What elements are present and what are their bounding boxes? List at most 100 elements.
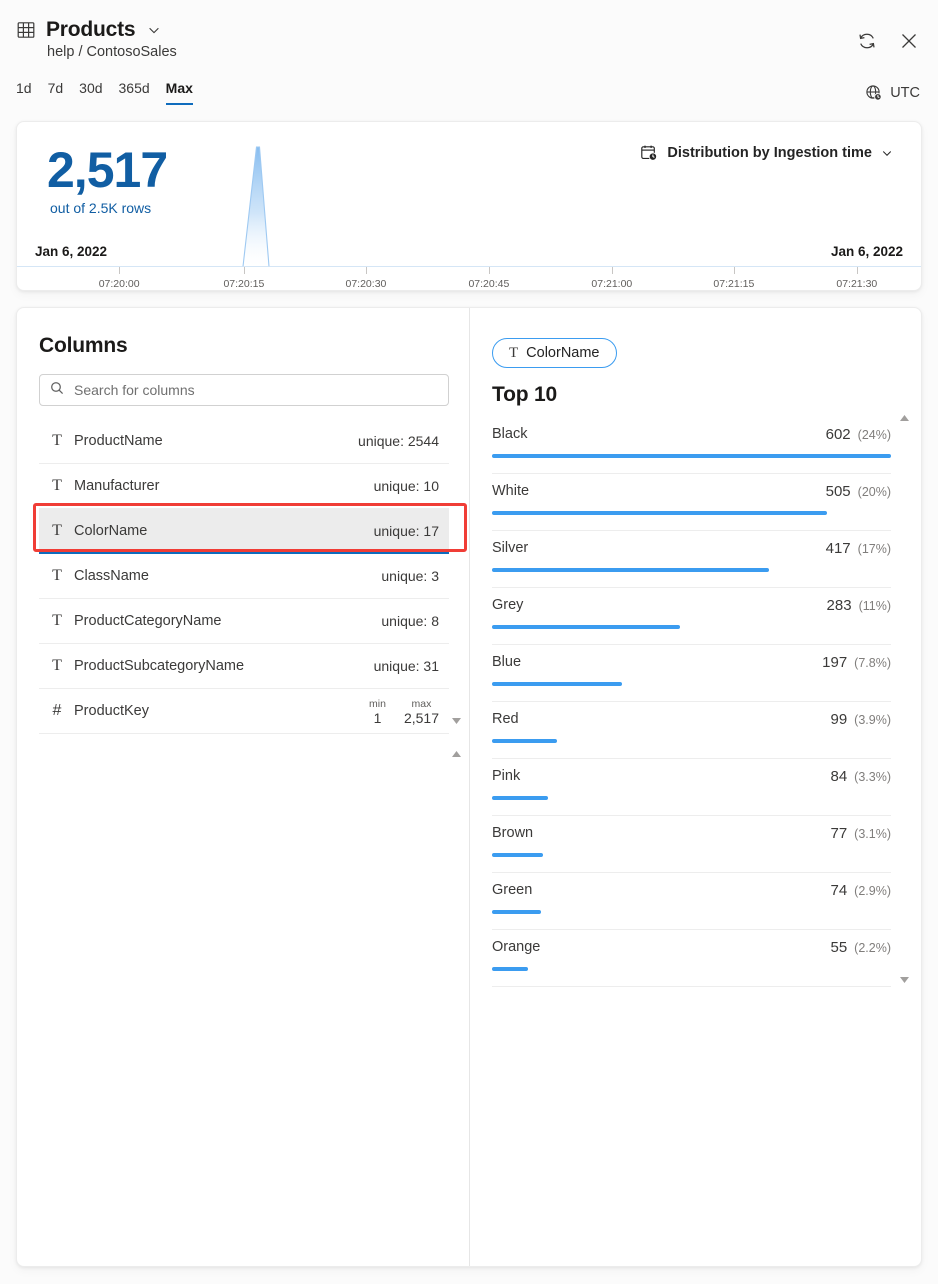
close-icon[interactable]: [898, 30, 920, 52]
top-value-count: 55: [830, 939, 847, 956]
axis-tick: 07:20:00: [99, 278, 140, 290]
column-name: ProductCategoryName: [67, 613, 381, 629]
chip-label: ColorName: [526, 345, 599, 361]
top-value-bar: [492, 910, 541, 914]
axis-tick: 07:21:30: [836, 278, 877, 290]
top-value-bar: [492, 967, 528, 971]
range-tab-7d[interactable]: 7d: [48, 80, 64, 105]
timezone-label: UTC: [890, 85, 920, 101]
top-value-percent: (20%): [858, 485, 891, 499]
summary-card: 07:20:00 07:20:15 07:20:30 07:20:45 07:2…: [16, 121, 922, 291]
globe-clock-icon: [865, 84, 883, 102]
axis-tick: 07:21:00: [591, 278, 632, 290]
top-value-bar: [492, 511, 827, 515]
top-value-bar: [492, 625, 680, 629]
top-value-row[interactable]: Silver 417 (17%): [492, 531, 891, 588]
text-type-icon: T: [509, 345, 518, 362]
top-values-list: Black 602 (24%) White 505 (20%) Silver 4…: [492, 417, 891, 987]
title-row: Products: [16, 18, 922, 42]
top-value-count: 197: [822, 654, 847, 671]
top-value-row[interactable]: Brown 77 (3.1%): [492, 816, 891, 873]
top-value-count: 283: [827, 597, 852, 614]
columns-title: Columns: [17, 308, 469, 358]
min-value: 1: [374, 711, 382, 725]
scroll-up-arrow-icon[interactable]: [899, 409, 910, 417]
top-value-percent: (24%): [858, 428, 891, 442]
column-minmax: min 1 max 2,517: [369, 697, 439, 725]
page-title: Products: [46, 18, 135, 42]
column-row-productname[interactable]: T ProductName unique: 2544: [39, 419, 449, 464]
range-start-date: Jan 6, 2022: [35, 244, 107, 259]
detail-pane: T ColorName Top 10 Black 602 (24%) White…: [470, 308, 921, 1266]
refresh-icon[interactable]: [856, 30, 878, 52]
text-type-icon: T: [47, 522, 67, 540]
top-value-bar: [492, 739, 557, 743]
distribution-selector[interactable]: Distribution by Ingestion time: [640, 144, 893, 162]
search-input[interactable]: [74, 382, 438, 398]
top-value-percent: (3.9%): [854, 713, 891, 727]
column-row-manufacturer[interactable]: T Manufacturer unique: 10: [39, 464, 449, 509]
timezone-selector[interactable]: UTC: [865, 84, 920, 102]
top-value-row[interactable]: Red 99 (3.9%): [492, 702, 891, 759]
table-grid-icon: [16, 20, 36, 40]
top-value-row[interactable]: Blue 197 (7.8%): [492, 645, 891, 702]
top-value-row[interactable]: Pink 84 (3.3%): [492, 759, 891, 816]
scroll-down-arrow-icon[interactable]: [451, 712, 462, 720]
min-header: min: [369, 697, 386, 711]
top-value-count: 99: [830, 711, 847, 728]
top-value-bar: [492, 796, 548, 800]
app-header: Products help / ContosoSales: [0, 0, 938, 60]
column-row-colorname[interactable]: T ColorName unique: 17: [39, 509, 449, 554]
top-value-count: 602: [826, 426, 851, 443]
text-type-icon: T: [47, 477, 67, 495]
distribution-label: Distribution by Ingestion time: [667, 145, 872, 161]
top-value-bar: [492, 454, 891, 458]
text-type-icon: T: [47, 657, 67, 675]
top-value-percent: (3.1%): [854, 827, 891, 841]
column-row-productsubcategoryname[interactable]: T ProductSubcategoryName unique: 31: [39, 644, 449, 689]
top-value-count: 77: [830, 825, 847, 842]
top-value-count: 505: [826, 483, 851, 500]
text-type-icon: T: [47, 567, 67, 585]
axis-tick: 07:20:15: [223, 278, 264, 290]
range-tab-365d[interactable]: 365d: [119, 80, 150, 105]
range-tab-30d[interactable]: 30d: [79, 80, 102, 105]
top-value-row[interactable]: Black 602 (24%): [492, 417, 891, 474]
search-icon: [50, 381, 64, 400]
text-type-icon: T: [47, 612, 67, 630]
top-value-row[interactable]: White 505 (20%): [492, 474, 891, 531]
scroll-up-arrow-icon[interactable]: [451, 745, 462, 753]
column-name: ColorName: [67, 523, 374, 539]
explorer-panel: Columns T ProductName unique: 2544 T: [16, 307, 922, 1267]
range-tab-1d[interactable]: 1d: [16, 80, 32, 105]
column-stat: unique: 3: [381, 568, 439, 584]
column-row-productkey[interactable]: # ProductKey min 1 max 2,517: [39, 689, 449, 734]
range-end-date: Jan 6, 2022: [831, 244, 903, 259]
top-value-row[interactable]: Grey 283 (11%): [492, 588, 891, 645]
top-value-percent: (3.3%): [854, 770, 891, 784]
breadcrumb: help / ContosoSales: [47, 44, 922, 60]
column-name: Manufacturer: [67, 478, 374, 494]
column-stat: unique: 31: [374, 658, 439, 674]
selected-column-chip[interactable]: T ColorName: [492, 338, 617, 368]
top-value-percent: (2.2%): [854, 941, 891, 955]
time-range-tabs: 1d 7d 30d 365d Max UTC: [0, 80, 938, 105]
sparkline-axis: 07:20:00 07:20:15 07:20:30 07:20:45 07:2…: [17, 267, 921, 291]
column-row-classname[interactable]: T ClassName unique: 3: [39, 554, 449, 599]
top-value-bar: [492, 853, 543, 857]
chevron-down-icon[interactable]: [147, 23, 161, 37]
column-stat: unique: 17: [374, 523, 439, 539]
max-header: max: [412, 697, 432, 711]
top-value-row[interactable]: Orange 55 (2.2%): [492, 930, 891, 987]
top-value-count: 74: [830, 882, 847, 899]
scroll-down-arrow-icon[interactable]: [899, 971, 910, 979]
top-value-count: 84: [830, 768, 847, 785]
top-value-row[interactable]: Green 74 (2.9%): [492, 873, 891, 930]
column-name: ClassName: [67, 568, 381, 584]
search-box[interactable]: [39, 374, 449, 406]
chevron-down-icon: [881, 147, 893, 159]
text-type-icon: T: [47, 432, 67, 450]
column-row-productcategoryname[interactable]: T ProductCategoryName unique: 8: [39, 599, 449, 644]
top-value-bar: [492, 568, 769, 572]
range-tab-max[interactable]: Max: [166, 80, 193, 105]
